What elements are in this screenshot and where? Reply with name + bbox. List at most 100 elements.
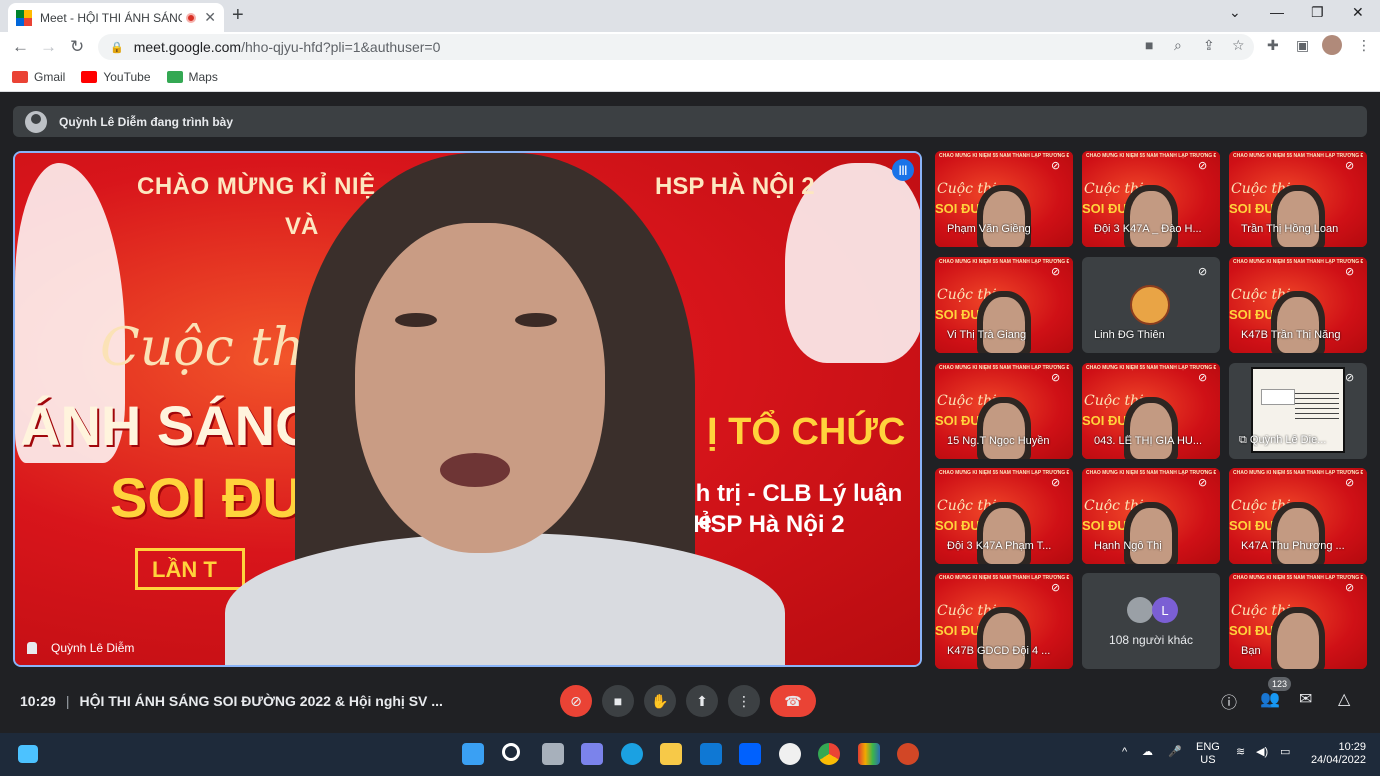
chrome-menu-icon[interactable]: ⋮ [1357, 37, 1371, 54]
participant-name: Linh ĐG Thiên [1094, 329, 1165, 341]
participant-tile[interactable]: L 108 người khác [1082, 573, 1220, 669]
browser-tab-meet[interactable]: Meet - HỘI THI ÁNH SÁNG S ✕ [8, 3, 224, 32]
language-indicator[interactable]: ENG US [1196, 741, 1220, 767]
pin-icon[interactable] [27, 642, 37, 654]
others-count-label: 108 người khác [1109, 633, 1193, 647]
bookmark-star-icon[interactable]: ☆ [1232, 37, 1245, 54]
bookmarks-bar: Gmail YouTube Maps [0, 62, 1380, 92]
more-options-button[interactable]: ⋮ [728, 685, 760, 717]
tile-headline: CHÀO MỪNG KỈ NIỆM 55 NĂM THÀNH LẬP TRƯỜN… [1086, 365, 1216, 371]
battery-icon[interactable]: ▭ [1280, 746, 1290, 759]
tab-search-icon[interactable]: ⌄ [1229, 4, 1241, 21]
file-explorer-icon[interactable] [660, 743, 682, 765]
participant-tile[interactable]: CHÀO MỪNG KỈ NIỆM 55 NĂM THÀNH LẬP TRƯỜN… [935, 151, 1073, 247]
search-icon[interactable] [502, 743, 520, 761]
lock-icon: 🔒 [110, 41, 124, 54]
app-grid-icon[interactable] [858, 743, 880, 765]
participant-tile[interactable]: CHÀO MỪNG KỈ NIỆM 55 NĂM THÀNH LẬP TRƯỜN… [935, 573, 1073, 669]
bookmark-youtube[interactable]: YouTube [81, 70, 151, 84]
present-button[interactable]: ⬆ [686, 685, 718, 717]
participant-name: Đội 3 K47A _ Đào H... [1094, 223, 1202, 235]
close-window-icon[interactable]: ✕ [1352, 4, 1364, 21]
start-icon[interactable] [462, 743, 484, 765]
participant-name: 15 Ng.T Ngọc Huyền [947, 435, 1050, 447]
mic-muted-icon: ⊘ [1051, 266, 1061, 278]
microphone-icon[interactable]: 🎤 [1168, 746, 1182, 759]
participant-tile[interactable]: CHÀO MỪNG KỈ NIỆM 55 NĂM THÀNH LẬP TRƯỜN… [935, 363, 1073, 459]
main-speaker-tile[interactable]: CHÀO MỪNG KỈ NIỆ HSP HÀ NỘI 2 VÀ Cuộc th… [13, 151, 922, 667]
people-icon[interactable]: 👥 [1260, 689, 1280, 709]
tile-headline: CHÀO MỪNG KỈ NIỆM 55 NĂM THÀNH LẬP TRƯỜN… [939, 259, 1069, 265]
powerpoint-icon[interactable] [897, 743, 919, 765]
participant-tile[interactable]: CHÀO MỪNG KỈ NIỆM 55 NĂM THÀNH LẬP TRƯỜN… [1229, 257, 1367, 353]
participant-tile[interactable]: CHÀO MỪNG KỈ NIỆM 55 NĂM THÀNH LẬP TRƯỜN… [1229, 468, 1367, 564]
tab-close-icon[interactable]: ✕ [204, 9, 216, 26]
meeting-controls-bar: 10:29 | HỘI THI ÁNH SÁNG SOI ĐƯỜNG 2022 & … [0, 681, 1380, 723]
side-panel-icon[interactable]: ▣ [1296, 37, 1309, 54]
info-icon[interactable]: ⓘ [1221, 689, 1237, 713]
task-view-icon[interactable] [542, 743, 564, 765]
meet-stage: Quỳnh Lê Diễm đang trình bày CHÀO MỪNG K… [0, 93, 1380, 733]
mic-muted-icon: ⊘ [1345, 477, 1355, 489]
camera-in-use-icon[interactable]: ■ [1145, 37, 1153, 53]
participant-tile[interactable]: CHÀO MỪNG KỈ NIỆM 55 NĂM THÀNH LẬP TRƯỜN… [1082, 363, 1220, 459]
participant-name: Vi Thị Trà Giang [947, 329, 1027, 341]
tile-headline: CHÀO MỪNG KỈ NIỆM 55 NĂM THÀNH LẬP TRƯỜN… [1086, 470, 1216, 476]
participant-tile[interactable]: CHÀO MỪNG KỈ NIỆM 55 NĂM THÀNH LẬP TRƯỜN… [1229, 151, 1367, 247]
forward-icon[interactable]: → [40, 37, 57, 57]
participant-tile[interactable]: ⊘ ⧉ Quỳnh Lê Die... [1229, 363, 1367, 459]
speaking-indicator-icon: ||| [892, 159, 914, 181]
back-icon[interactable]: ← [12, 37, 29, 57]
restore-icon[interactable]: ❐ [1311, 4, 1324, 21]
url-path: /hho-qjyu-hfd?pli=1&authuser=0 [241, 39, 441, 55]
camera-button[interactable]: ■ [602, 685, 634, 717]
participant-tile[interactable]: CHÀO MỪNG KỈ NIỆM 55 NĂM THÀNH LẬP TRƯỜN… [1082, 151, 1220, 247]
meeting-time: 10:29 [20, 693, 56, 709]
minimize-icon[interactable]: — [1270, 4, 1284, 20]
clock[interactable]: 10:29 24/04/2022 [1306, 741, 1366, 767]
participant-name: Trần Thị Hồng Loan [1241, 223, 1339, 235]
activities-icon[interactable]: △ [1338, 689, 1350, 709]
main-speaker-name: Quỳnh Lê Diễm [27, 641, 134, 655]
edge-icon[interactable] [621, 743, 643, 765]
zoom-icon[interactable]: ⌕ [1174, 37, 1182, 54]
participant-tile[interactable]: CHÀO MỪNG KỈ NIỆM 55 NĂM THÀNH LẬP TRƯỜN… [935, 257, 1073, 353]
meet-icon [16, 9, 32, 26]
mic-muted-icon: ⊘ [1051, 582, 1061, 594]
mail-icon[interactable] [700, 743, 722, 765]
participant-tile[interactable]: CHÀO MỪNG KỈ NIỆM 55 NĂM THÀNH LẬP TRƯỜN… [1229, 573, 1367, 669]
dropbox-icon[interactable] [739, 743, 761, 765]
share-icon[interactable]: ⇪ [1203, 37, 1215, 54]
volume-icon[interactable]: ◀) [1256, 746, 1268, 759]
participant-name: Hạnh Ngô Thị [1094, 540, 1162, 552]
hand-icon: ✋ [651, 692, 669, 709]
tile-headline: CHÀO MỪNG KỈ NIỆM 55 NĂM THÀNH LẬP TRƯỜN… [939, 470, 1069, 476]
weather-icon[interactable]: ☁ [1142, 746, 1153, 759]
reload-icon[interactable]: ↻ [70, 37, 84, 57]
mic-off-button[interactable]: ⊘ [560, 685, 592, 717]
wifi-icon[interactable]: ≋ [1236, 746, 1245, 759]
chrome-taskbar-icon[interactable] [818, 743, 840, 765]
extensions-icon[interactable]: ✚ [1267, 37, 1279, 54]
profile-avatar[interactable] [1322, 35, 1342, 55]
mic-muted-icon: ⊘ [1051, 160, 1061, 172]
participant-avatar [1130, 285, 1170, 325]
mic-muted-icon: ⊘ [1345, 582, 1355, 594]
tray-overflow-icon[interactable]: ^ [1122, 746, 1127, 759]
bookmark-gmail[interactable]: Gmail [12, 70, 65, 84]
chat-icon[interactable]: ✉ [1299, 689, 1312, 709]
raise-hand-button[interactable]: ✋ [644, 685, 676, 717]
participant-name: Bạn [1241, 645, 1261, 657]
new-tab-button[interactable]: + [232, 4, 244, 27]
participant-tile[interactable]: CHÀO MỪNG KỈ NIỆM 55 NĂM THÀNH LẬP TRƯỜN… [935, 468, 1073, 564]
participant-tile[interactable]: ⊘ Linh ĐG Thiên [1082, 257, 1220, 353]
mic-off-icon: ⊘ [570, 692, 582, 709]
bookmark-maps[interactable]: Maps [166, 70, 218, 84]
widgets-icon[interactable] [18, 745, 38, 763]
leave-call-button[interactable]: ☎ [770, 685, 816, 717]
teams-chat-icon[interactable] [581, 743, 603, 765]
address-bar[interactable]: 🔒 meet.google.com/hho-qjyu-hfd?pli=1&aut… [98, 34, 1254, 60]
participant-tile[interactable]: CHÀO MỪNG KỈ NIỆM 55 NĂM THÀNH LẬP TRƯỜN… [1082, 468, 1220, 564]
more-vert-icon: ⋮ [737, 692, 751, 709]
app-icon[interactable] [779, 743, 801, 765]
